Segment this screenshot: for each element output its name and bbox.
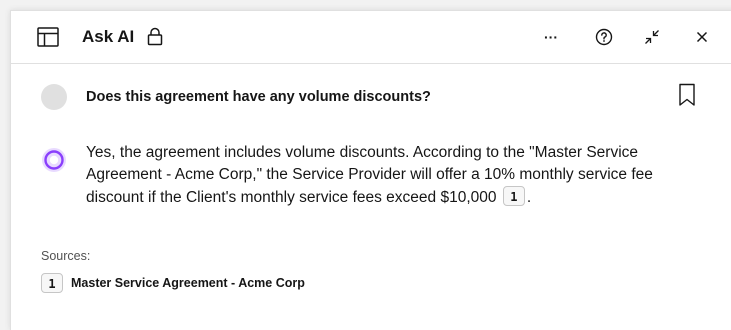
more-options-label: ··· <box>544 29 558 45</box>
help-icon <box>595 28 613 46</box>
minimize-button[interactable] <box>638 23 666 51</box>
source-item[interactable]: 1 Master Service Agreement - Acme Corp <box>41 272 305 294</box>
panel-layout-icon[interactable] <box>37 26 59 48</box>
answer-trailing: . <box>526 189 532 206</box>
ai-assistant-icon <box>42 148 66 172</box>
close-button[interactable] <box>688 23 716 51</box>
user-avatar <box>41 84 67 110</box>
help-button[interactable] <box>590 23 618 51</box>
more-options-button[interactable]: ··· <box>537 23 565 51</box>
minimize-icon <box>645 30 659 44</box>
ask-ai-panel: Ask AI ··· Does this agreement have any … <box>10 10 731 330</box>
answer-body: Yes, the agreement includes volume disco… <box>86 144 653 206</box>
ai-answer: Yes, the agreement includes volume disco… <box>86 142 706 209</box>
bookmark-icon[interactable] <box>678 83 696 107</box>
close-icon <box>696 31 708 43</box>
source-title: Master Service Agreement - Acme Corp <box>71 276 305 290</box>
lock-icon <box>147 27 163 46</box>
source-number: 1 <box>41 273 63 293</box>
user-question-row: Does this agreement have any volume disc… <box>11 64 731 132</box>
question-text: Does this agreement have any volume disc… <box>86 89 431 105</box>
sources-label: Sources: <box>41 249 91 263</box>
panel-header: Ask AI ··· <box>11 11 731 64</box>
panel-title: Ask AI <box>82 27 135 46</box>
citation-chip[interactable]: 1 <box>502 186 525 206</box>
